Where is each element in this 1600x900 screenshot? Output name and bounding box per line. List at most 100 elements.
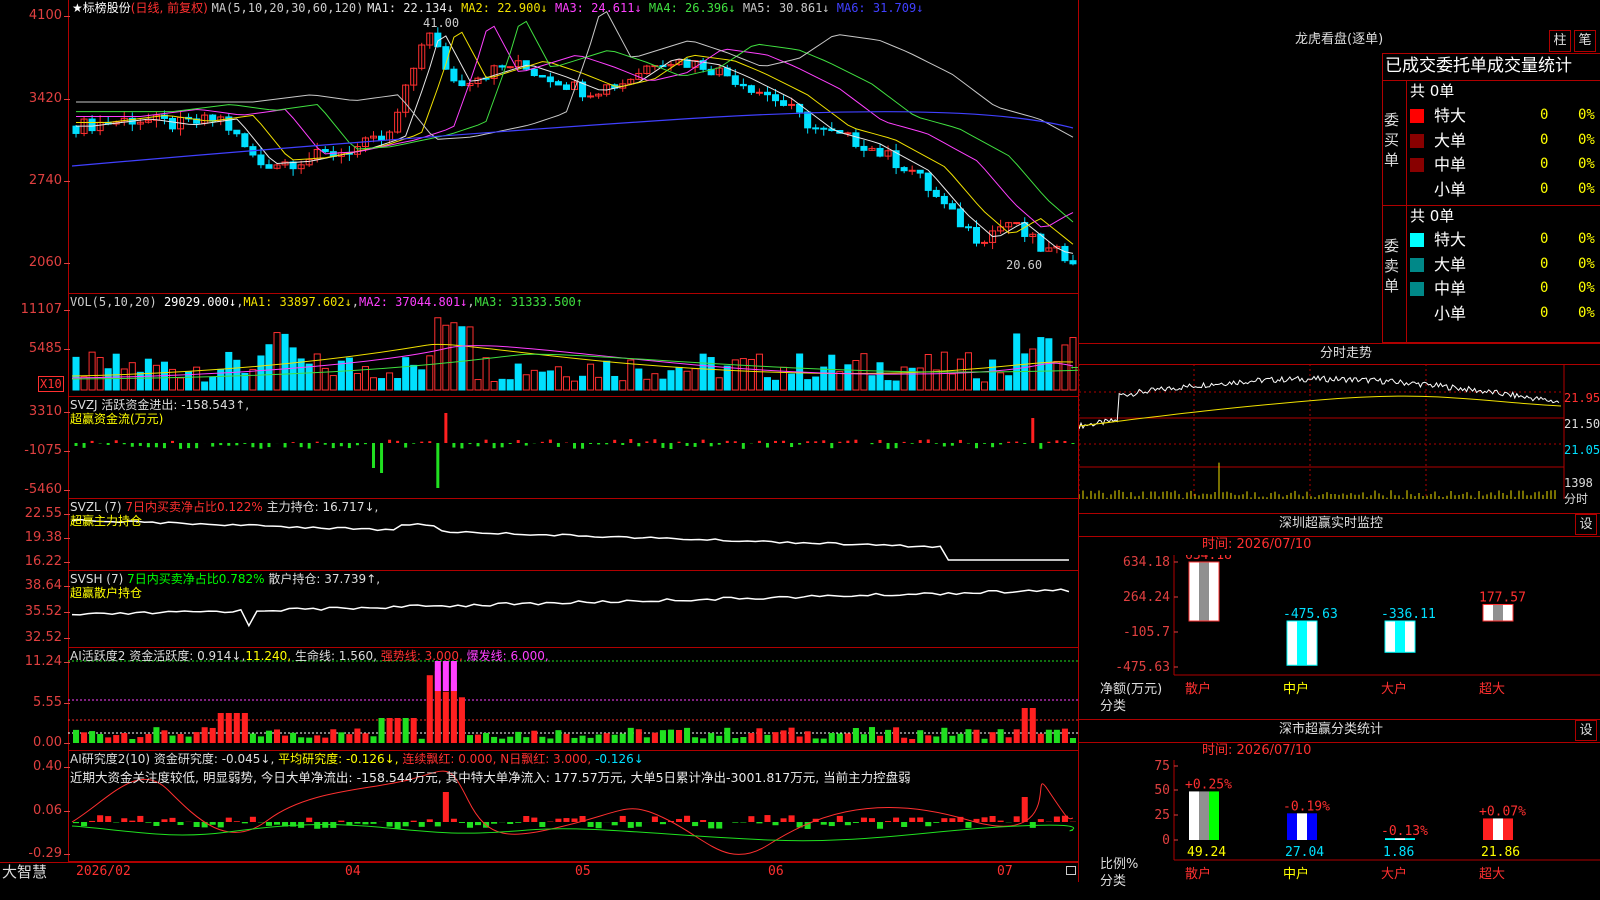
ma-legend-item: MA3: 24.611↓ (547, 1, 642, 15)
activity-bar (700, 738, 707, 743)
svzj-y-tick-2 (64, 490, 70, 491)
volume-bar (1061, 344, 1069, 391)
kline-candle (530, 68, 538, 77)
tick-mode-button[interactable]: 笔 (1574, 30, 1596, 52)
research-bar (941, 818, 948, 822)
activity-bar (836, 733, 843, 743)
kline-candle (771, 94, 780, 102)
brand-logo[interactable]: 大智慧 (2, 863, 47, 881)
volume-bar (603, 360, 611, 391)
research-bar (909, 817, 916, 822)
research-bar (627, 822, 634, 828)
main-holding-line (71, 518, 1069, 561)
svsh-header: SVSH (7) 7日内买卖净占比0.782% 散户持仓: 37.739↑, (70, 572, 381, 586)
activity-bar (193, 732, 200, 743)
activity-bar (772, 732, 779, 743)
volume-bar (659, 378, 667, 391)
kline-candle (964, 226, 972, 229)
bar-pct-label: 21.86 (1481, 845, 1520, 860)
activity-bar (877, 735, 884, 743)
research-bar (434, 822, 441, 827)
order-count: 0 (1540, 304, 1549, 321)
activity-bar (555, 730, 562, 743)
activity-bar (1029, 708, 1036, 743)
order-type-label: 特大 (1434, 230, 1467, 249)
svzl-y-tick-1 (64, 538, 70, 539)
category-bar-segment (1287, 621, 1297, 666)
intraday-vol-unit: 分时 (1564, 492, 1589, 506)
research-bar (820, 822, 827, 825)
activity-bar (298, 737, 305, 743)
volume-bar (1053, 360, 1061, 391)
activity-bar (973, 729, 980, 743)
volume-bar (305, 363, 313, 391)
activity-bar (667, 729, 674, 743)
research-bar (410, 820, 417, 822)
research-bar (249, 816, 256, 822)
classify-title: 深市超赢分类统计 (1279, 722, 1384, 737)
ai2-y-0: 11.24 (24, 654, 62, 669)
kline-candle (876, 147, 884, 157)
bar-mode-button[interactable]: 柱 (1549, 30, 1571, 52)
volume-bar (948, 373, 956, 391)
svsh-y-tick-2 (64, 638, 70, 639)
monitor-time: 时间: 2026/07/10 (1202, 537, 1312, 552)
research-bar (507, 822, 514, 824)
air-y-tick-2 (64, 854, 70, 855)
volume-bar (989, 359, 997, 391)
activity-peak (434, 661, 441, 691)
activity-bar (290, 732, 297, 743)
research-bar (402, 822, 409, 827)
activity-bar (410, 718, 417, 743)
activity-bar (1053, 729, 1060, 743)
kline-candle (683, 59, 691, 68)
activity-bar (539, 736, 546, 743)
order-type-label: 特大 (1434, 106, 1467, 125)
activity-bar (820, 738, 827, 743)
order-pct: 0% (1578, 280, 1595, 296)
activity-bar (265, 730, 272, 743)
activity-bar (1069, 738, 1076, 743)
activity-bar (732, 738, 739, 743)
research-bar (635, 822, 642, 827)
volume-bar (820, 366, 828, 391)
lock-icon[interactable] (1066, 866, 1076, 875)
activity-bar (402, 718, 409, 743)
activity-bar (145, 733, 152, 743)
kline-candle (168, 117, 177, 130)
classify-bar-chart[interactable]: 75 50 25 0 +0.25% 49.24 散户 -0.19% 27.04 中户 -0.13% 1… (1079, 760, 1600, 900)
vol-header: VOL(5,10,20) 29029.000↓,MA1: 33897.602↓,… (70, 295, 584, 309)
kline-candle (554, 81, 562, 86)
activity-bar (684, 727, 691, 743)
volume-bar (844, 364, 852, 391)
research-bar (901, 822, 908, 827)
kline-candle (908, 169, 916, 172)
research-bar (595, 822, 602, 829)
period-label[interactable]: (日线, 前复权) (131, 1, 208, 15)
x-date-3: 06 (768, 864, 784, 879)
kline-chart[interactable] (68, 0, 1079, 880)
category-bar-segment (1209, 562, 1219, 621)
activity-bar (274, 729, 281, 743)
activity-bar (587, 737, 594, 743)
research-bar (700, 820, 707, 822)
kline-candle (233, 129, 241, 135)
kline-candle (450, 68, 458, 82)
classify-settings-button[interactable]: 设 (1575, 720, 1597, 741)
activity-bar (483, 732, 490, 743)
volume-bar (675, 366, 683, 391)
research-bar (844, 822, 851, 826)
activity-bar (217, 713, 224, 743)
research-bar (169, 817, 176, 822)
bar-category-label: 超大 (1479, 682, 1505, 697)
activity-bar (475, 734, 482, 743)
volume-bar (386, 372, 394, 391)
monitor-settings-button[interactable]: 设 (1575, 514, 1597, 535)
kline-candle (72, 125, 80, 134)
intraday-chart[interactable] (1079, 364, 1600, 514)
activity-bar (450, 682, 457, 743)
activity-bar (362, 733, 369, 743)
volume-bar (225, 351, 233, 391)
order-count: 0 (1540, 156, 1549, 172)
volume-bar (683, 370, 691, 391)
